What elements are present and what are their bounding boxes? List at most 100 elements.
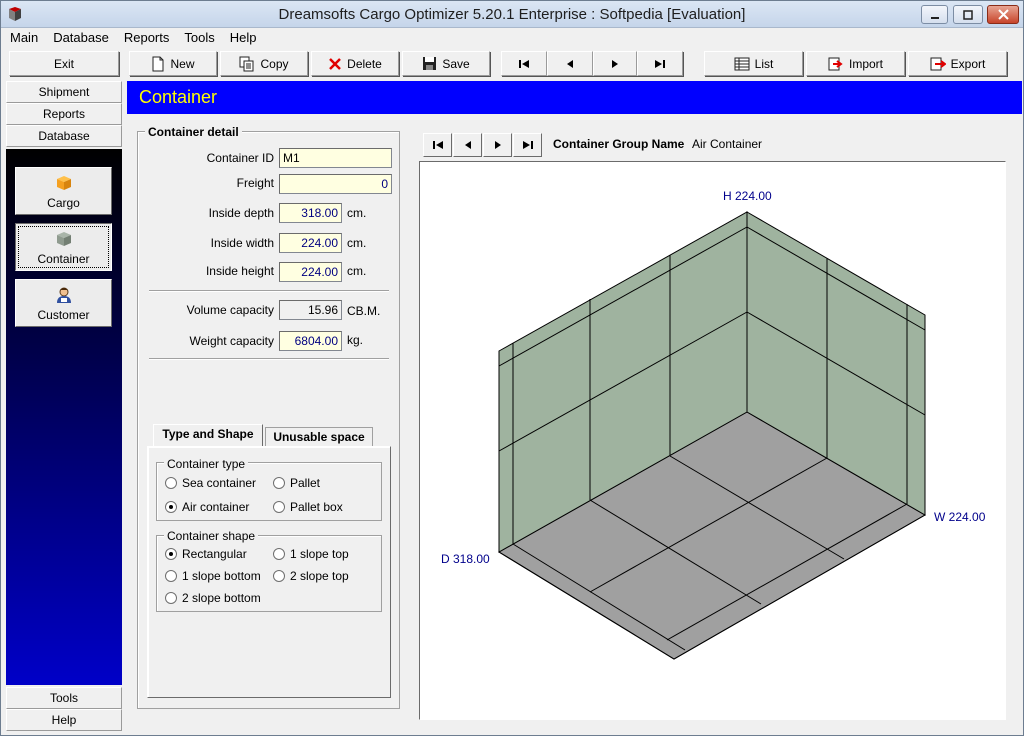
title-bar[interactable]: Dreamsofts Cargo Optimizer 5.20.1 Enterp… (1, 1, 1023, 28)
radio-1-slope-bottom-label: 1 slope bottom (182, 569, 261, 583)
delete-button-label: Delete (347, 56, 382, 71)
toolbar: Exit New Copy Delete Save List Import Ex… (1, 48, 1023, 78)
radio-air-container[interactable]: Air container (165, 500, 249, 514)
inside-height-unit: cm. (347, 264, 367, 278)
radio-1-slope-bottom[interactable]: 1 slope bottom (165, 569, 261, 583)
radio-dot (273, 501, 285, 513)
left-navigation: Shipment Reports Database Cargo Containe… (6, 81, 123, 731)
view-first-button[interactable] (423, 133, 452, 157)
list-button[interactable]: List (704, 51, 803, 76)
inside-depth-unit: cm. (347, 206, 367, 220)
menu-main[interactable]: Main (1, 28, 44, 45)
view-previous-button[interactable] (453, 133, 482, 157)
nav-item-cargo-label: Cargo (47, 196, 80, 210)
group-name-value: Air Container (692, 137, 763, 151)
container-icon (57, 232, 71, 246)
inside-width-unit: cm. (347, 236, 367, 250)
container-3d-view[interactable]: H 224.00 W 224.00 D 318.00 (419, 161, 1006, 720)
radio-sea-container[interactable]: Sea container (165, 476, 256, 490)
view-last-button[interactable] (513, 133, 542, 157)
menu-reports[interactable]: Reports (115, 28, 176, 45)
radio-2-slope-bottom-label: 2 slope bottom (182, 591, 261, 605)
copy-button[interactable]: Copy (220, 51, 308, 76)
radio-dot (165, 592, 177, 604)
minimize-icon (930, 16, 939, 19)
radio-1-slope-top[interactable]: 1 slope top (273, 547, 349, 561)
last-record-button[interactable] (637, 51, 683, 76)
delete-x-icon (329, 57, 342, 70)
separator (149, 358, 389, 360)
list-button-label: List (754, 56, 774, 71)
nav-tools[interactable]: Tools (6, 687, 122, 709)
import-button-label: Import (848, 56, 883, 71)
list-grid-icon (734, 57, 750, 70)
inside-depth-input[interactable]: 318.00 (279, 203, 342, 223)
next-record-button[interactable] (593, 51, 637, 76)
freight-input[interactable]: 0 (279, 174, 392, 194)
tab-type-and-shape[interactable]: Type and Shape (153, 424, 263, 446)
nav-database[interactable]: Database (6, 125, 122, 147)
inside-width-input[interactable]: 224.00 (279, 233, 342, 253)
new-button[interactable]: New (129, 51, 217, 76)
nav-help[interactable]: Help (6, 709, 122, 731)
last-record-icon (655, 59, 665, 68)
nav-item-customer[interactable]: Customer (15, 279, 112, 327)
container-id-input[interactable]: M1 (279, 148, 392, 168)
copy-button-label: Copy (260, 56, 289, 71)
maximize-button[interactable] (953, 5, 983, 24)
radio-dot (165, 477, 177, 489)
radio-2-slope-top-label: 2 slope top (290, 569, 349, 583)
container-detail-title: Container detail (145, 125, 242, 139)
maximize-icon (963, 9, 973, 20)
radio-rectangular[interactable]: Rectangular (165, 547, 247, 561)
volume-unit: CB.M. (347, 304, 381, 318)
customer-icon (57, 287, 71, 303)
inside-width-label: Inside width (210, 236, 274, 250)
previous-record-button[interactable] (547, 51, 593, 76)
view-next-button[interactable] (483, 133, 512, 157)
export-button[interactable]: Export (908, 51, 1007, 76)
import-button[interactable]: Import (806, 51, 905, 76)
menu-database[interactable]: Database (44, 28, 115, 45)
close-window-button[interactable] (987, 5, 1019, 24)
radio-2-slope-bottom[interactable]: 2 slope bottom (165, 591, 261, 605)
radio-2-slope-top[interactable]: 2 slope top (273, 569, 349, 583)
last-record-icon (522, 141, 533, 149)
volume-capacity-value: 15.96 (279, 300, 342, 320)
first-record-icon (519, 59, 529, 68)
radio-pallet-label: Pallet (290, 476, 321, 490)
nav-item-customer-label: Customer (37, 308, 90, 322)
radio-dot (273, 570, 285, 582)
nav-item-container-label: Container (37, 252, 90, 266)
exit-button[interactable]: Exit (9, 51, 119, 76)
database-panel: Cargo Container Customer (6, 149, 122, 685)
inside-height-input[interactable]: 224.00 (279, 262, 342, 282)
import-icon (828, 57, 843, 70)
radio-rectangular-label: Rectangular (182, 547, 247, 561)
radio-pallet-box[interactable]: Pallet box (273, 500, 343, 514)
container-shape-title: Container shape (164, 529, 259, 543)
window-title: Dreamsofts Cargo Optimizer 5.20.1 Enterp… (278, 6, 746, 23)
nav-item-container[interactable]: Container (15, 223, 112, 271)
radio-pallet[interactable]: Pallet (273, 476, 320, 490)
delete-button[interactable]: Delete (311, 51, 399, 76)
menu-help[interactable]: Help (221, 28, 263, 45)
tab-unusable-space[interactable]: Unusable space (265, 427, 373, 447)
container-id-label: Container ID (206, 151, 274, 165)
save-disk-icon (423, 57, 437, 70)
nav-item-cargo[interactable]: Cargo (15, 167, 112, 215)
menu-tools[interactable]: Tools (175, 28, 220, 45)
depth-dimension-label: D 318.00 (441, 552, 490, 566)
nav-reports[interactable]: Reports (6, 103, 122, 125)
nav-shipment[interactable]: Shipment (6, 81, 122, 103)
weight-capacity-input[interactable]: 6804.00 (279, 331, 342, 351)
inside-depth-label: Inside depth (208, 206, 274, 220)
save-button[interactable]: Save (402, 51, 490, 76)
group-name-label: Container Group Name (553, 137, 685, 151)
new-button-label: New (170, 56, 195, 71)
minimize-button[interactable] (921, 5, 948, 24)
first-record-button[interactable] (501, 51, 547, 76)
save-button-label: Save (442, 56, 470, 71)
next-record-icon (494, 141, 501, 149)
previous-record-icon (464, 141, 471, 149)
